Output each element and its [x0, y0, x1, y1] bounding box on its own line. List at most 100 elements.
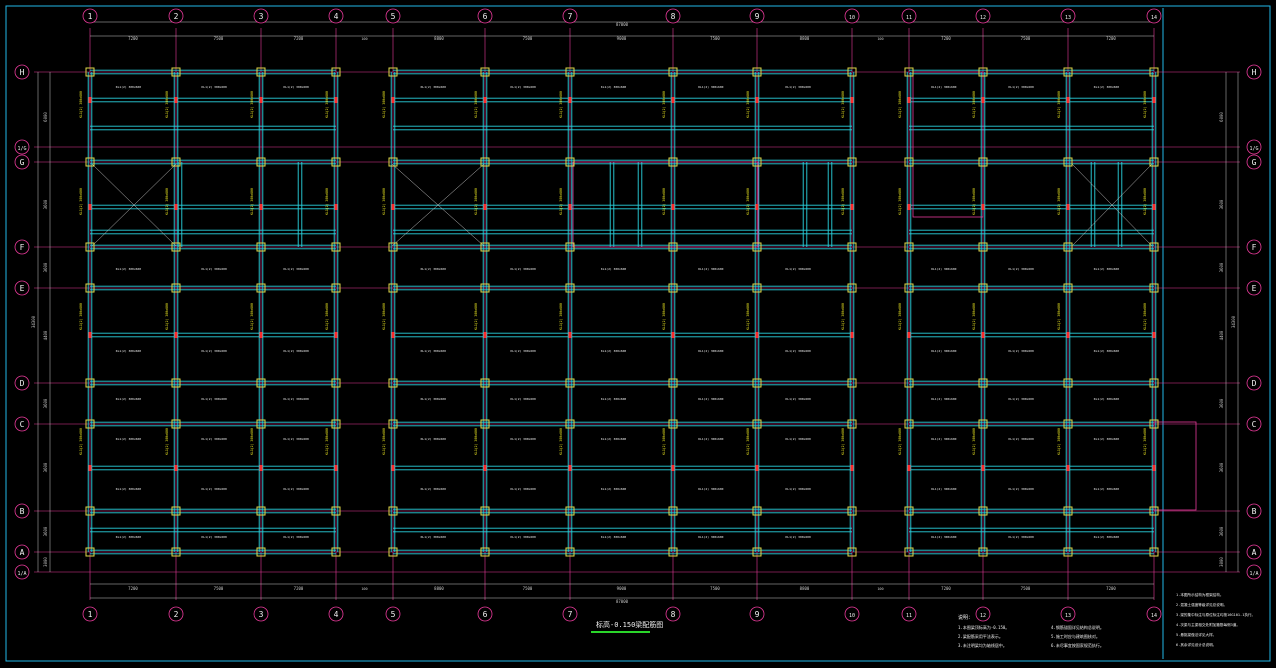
yellow-label-6-2: KL1(2) 300x600 — [559, 303, 563, 330]
beam-tag-5-1: KL1(2) 300x600 — [511, 267, 536, 271]
beam-tag-7-3: KL1(2) 300x600 — [698, 397, 723, 401]
side-note-4: 4.次梁与主梁相交处附加箍筋每侧3道。 — [1176, 622, 1240, 627]
axis-bubble-right-C-text: C — [1252, 420, 1257, 429]
axis-bubble-bottom-12-text: 12 — [980, 613, 986, 619]
yellow-label-8-1: KL1(2) 300x600 — [746, 188, 750, 215]
axis-bubble-left-G-text: G — [20, 158, 25, 167]
red-mark-12-468 — [1066, 465, 1070, 471]
beam-tag-6-1: KL1(2) 300x600 — [601, 267, 626, 271]
axis-bubble-top-6-text: 6 — [483, 12, 488, 21]
axis-bubble-right-B-text: B — [1252, 507, 1257, 516]
red-mark-7-468 — [671, 465, 675, 471]
bottom-dim-2: 7200 — [294, 586, 304, 591]
yellow-label-5-3: KL1(2) 300x600 — [474, 428, 478, 455]
red-mark-13-468 — [1152, 465, 1156, 471]
red-mark-12-100 — [1066, 97, 1070, 103]
top-dim-5: 9000 — [617, 36, 627, 41]
axis-bubble-left-B-text: B — [20, 507, 25, 516]
axis-bubble-left-A-text: A — [20, 548, 25, 557]
beam-tag-12-4: KL1(2) 300x600 — [1094, 437, 1119, 441]
axis-bubble-bottom-13-text: 13 — [1065, 613, 1071, 619]
yellow-label-9-2: KL1(2) 300x600 — [841, 303, 845, 330]
red-mark-10-468 — [907, 465, 911, 471]
red-mark-7-335 — [671, 332, 675, 338]
red-mark-8-207 — [755, 204, 759, 210]
red-mark-11-335 — [981, 332, 985, 338]
yellow-label-1-0: KL1(2) 300x600 — [165, 91, 169, 118]
yellow-label-3-3: KL1(2) 300x600 — [325, 428, 329, 455]
beam-tag-11-1: KL1(2) 300x600 — [1009, 267, 1034, 271]
beam-tag-12-5: KL1(2) 300x600 — [1094, 487, 1119, 491]
red-mark-6-207 — [568, 204, 572, 210]
red-mark-4-207 — [391, 204, 395, 210]
beam-tag-12-1: KL1(2) 300x600 — [1094, 267, 1119, 271]
yellow-label-11-0: KL1(2) 300x600 — [972, 91, 976, 118]
yellow-label-0-1: KL1(2) 300x600 — [79, 188, 83, 215]
red-mark-2-468 — [259, 465, 263, 471]
red-mark-2-207 — [259, 204, 263, 210]
yellow-label-1-3: KL1(2) 300x600 — [165, 428, 169, 455]
left-dim-3: 4400 — [43, 330, 48, 340]
red-mark-0-207 — [88, 204, 92, 210]
left-total-dim: 34300 — [31, 315, 36, 328]
yellow-label-2-3: KL1(2) 300x600 — [250, 428, 254, 455]
red-mark-3-207 — [334, 204, 338, 210]
beam-tag-5-0: KL1(2) 300x600 — [511, 85, 536, 89]
axis-bubble-top-2-text: 2 — [174, 12, 179, 21]
axis-bubble-top-11-text: 11 — [906, 15, 912, 21]
yellow-label-2-1: KL1(2) 300x600 — [250, 188, 254, 215]
beam-tag-8-6: KL1(2) 300x600 — [786, 535, 811, 539]
axis-bubble-top-10-text: 10 — [849, 15, 855, 21]
yellow-label-2-2: KL1(2) 300x600 — [250, 303, 254, 330]
beam-tag-10-0: KL1(2) 300x600 — [931, 85, 956, 89]
red-mark-6-100 — [568, 97, 572, 103]
red-mark-3-335 — [334, 332, 338, 338]
axis-bubble-bottom-6-text: 6 — [483, 610, 488, 619]
joint-dim-bottom-0: 100 — [361, 587, 367, 591]
axis-bubble-right-E-text: E — [1252, 284, 1257, 293]
yellow-label-10-3: KL1(2) 300x600 — [898, 428, 902, 455]
beam-tag-11-0: KL1(2) 300x600 — [1009, 85, 1034, 89]
axis-bubble-left-1-G-text: 1/G — [17, 146, 26, 152]
beam-tag-8-5: KL1(2) 300x600 — [786, 487, 811, 491]
beam-tag-8-2: KL1(2) 300x600 — [786, 349, 811, 353]
beam-tag-4-0: KL1(2) 300x600 — [421, 85, 446, 89]
beam-tag-8-4: KL1(2) 300x600 — [786, 437, 811, 441]
red-mark-9-207 — [850, 204, 854, 210]
axis-bubble-bottom-1-text: 1 — [88, 610, 93, 619]
beam-tag-0-0: KL1(2) 300x600 — [116, 85, 141, 89]
axis-bubble-left-D-text: D — [20, 379, 25, 388]
red-mark-11-207 — [981, 204, 985, 210]
beam-tag-2-5: KL1(2) 300x600 — [284, 487, 309, 491]
red-mark-5-468 — [483, 465, 487, 471]
red-mark-1-100 — [174, 97, 178, 103]
beam-tag-1-4: KL1(2) 300x600 — [202, 437, 227, 441]
red-mark-11-100 — [981, 97, 985, 103]
yellow-label-10-0: KL1(2) 300x600 — [898, 91, 902, 118]
axis-bubble-bottom-2-text: 2 — [174, 610, 179, 619]
beam-tag-7-5: KL1(2) 300x600 — [698, 487, 723, 491]
beam-tag-0-1: KL1(2) 300x600 — [116, 267, 141, 271]
yellow-label-8-0: KL1(2) 300x600 — [746, 91, 750, 118]
right-total-dim: 34300 — [1231, 315, 1236, 328]
beam-tag-7-1: KL1(2) 300x600 — [698, 267, 723, 271]
yellow-label-7-2: KL1(2) 300x600 — [662, 303, 666, 330]
yellow-label-9-1: KL1(2) 300x600 — [841, 188, 845, 215]
yellow-label-5-2: KL1(2) 300x600 — [474, 303, 478, 330]
red-mark-3-468 — [334, 465, 338, 471]
top-dim-7: 8800 — [800, 36, 810, 41]
beam-tag-0-4: KL1(2) 300x600 — [116, 437, 141, 441]
top-dim-3: 8800 — [434, 36, 444, 41]
top-dim-0: 7200 — [128, 36, 138, 41]
beam-tag-11-6: KL1(2) 300x600 — [1009, 535, 1034, 539]
axis-bubble-top-4-text: 4 — [334, 12, 339, 21]
red-mark-5-207 — [483, 204, 487, 210]
yellow-label-1-2: KL1(2) 300x600 — [165, 303, 169, 330]
beam-tag-11-2: KL1(2) 300x600 — [1009, 349, 1034, 353]
red-mark-13-335 — [1152, 332, 1156, 338]
yellow-label-1-1: KL1(2) 300x600 — [165, 188, 169, 215]
axis-bubble-bottom-4-text: 4 — [334, 610, 339, 619]
beam-tag-12-2: KL1(2) 300x600 — [1094, 349, 1119, 353]
yellow-label-7-1: KL1(2) 300x600 — [662, 188, 666, 215]
yellow-label-13-0: KL1(2) 300x600 — [1143, 91, 1147, 118]
